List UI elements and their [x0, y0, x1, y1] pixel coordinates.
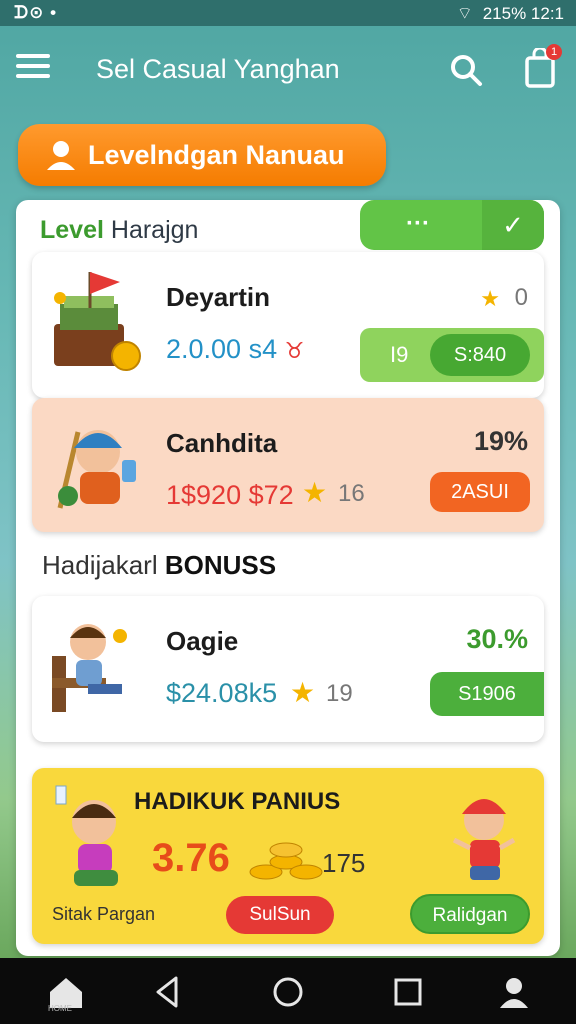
treasure-chest-icon: [54, 272, 141, 371]
boy-on-chair-icon: [52, 624, 127, 712]
panel-title-green: Level: [40, 216, 104, 244]
promo-amount: 3.76: [152, 836, 230, 880]
card-right-value: 19%: [473, 426, 528, 456]
card-amount-text: 1$920 $72: [166, 480, 294, 510]
section-heading: Hadijakarl BONUSS: [42, 550, 276, 581]
card-action-button[interactable]: I9 S:840: [360, 328, 544, 382]
btn-right-label: S:840: [430, 334, 530, 376]
notification-badge: 1: [546, 44, 562, 60]
kid-cap-icon: [452, 799, 516, 880]
level-pill-button[interactable]: Levelndgan Nanuau: [18, 124, 386, 186]
promo-title: HADIKUK PANIUS: [134, 788, 341, 815]
main-panel: Level Harajgn ··· ✓ Deyartin 2.0.00 s4 ♉…: [16, 200, 560, 956]
cart-button[interactable]: 1: [522, 44, 562, 88]
card-action-button[interactable]: 2ASUI: [430, 472, 530, 512]
card-name: Oagie: [166, 626, 239, 656]
card-star-count: 16: [338, 480, 365, 507]
section-heading-plain: Hadijakarl: [42, 550, 165, 580]
check-icon: ✓: [482, 200, 544, 250]
card-name: Deyartin: [166, 282, 271, 312]
recents-icon[interactable]: [386, 970, 430, 1014]
card-canhdita[interactable]: Canhdita 1$920 $72 ★ 16 19% 2ASUI: [32, 398, 544, 532]
app-title: Sel Casual Yanghan: [96, 54, 340, 84]
boy-character-icon: [57, 430, 136, 509]
card-amount-text: $24.08k5: [166, 678, 278, 708]
panel-toggle[interactable]: ··· ✓: [360, 200, 544, 250]
level-pill-label: Levelndgan Nanuau: [88, 139, 345, 170]
section-heading-bold: BONUSS: [164, 550, 277, 580]
star-icon: ★: [290, 677, 316, 708]
home-label: HOME: [48, 1004, 72, 1013]
status-left: ᗪ⊙ •: [14, 3, 58, 22]
home-circle-icon[interactable]: [266, 970, 310, 1014]
star-icon: ★: [480, 286, 500, 311]
bottom-nav: HOME: [0, 958, 576, 1024]
card-amount-text: 2.0.00 s4: [166, 334, 278, 364]
card-amount: $24.08k5: [166, 678, 277, 709]
promo-count: 175: [322, 848, 366, 878]
btn-left-label: I9: [390, 342, 409, 367]
panel-title: Level Harajgn: [40, 216, 198, 245]
user-icon: [47, 141, 75, 170]
card-amount: 1$920 $72: [166, 480, 294, 511]
status-right-text: 215% 12:1: [482, 3, 564, 23]
app-header: Sel Casual Yanghan 1: [0, 26, 576, 114]
back-icon[interactable]: [146, 970, 190, 1014]
panel-title-rest: Harajgn: [103, 216, 199, 244]
card-action-button[interactable]: S1906: [430, 672, 544, 716]
card-amount: 2.0.00 s4 ♉: [166, 334, 304, 365]
card-right-value: 0: [514, 284, 528, 311]
more-icon: ···: [406, 210, 430, 237]
promo-card: HADIKUK PANIUS 3.76 175 Sitak Pargan Sul…: [32, 768, 544, 944]
search-icon[interactable]: [448, 52, 484, 88]
wifi-icon: ⌔: [456, 4, 473, 23]
bag-small-icon: ♉: [284, 338, 305, 363]
coins-icon: [249, 842, 323, 880]
promo-caption: Sitak Pargan: [52, 904, 156, 924]
card-star-count: 19: [326, 680, 353, 707]
promo-green-button[interactable]: Ralidgan: [410, 894, 530, 934]
promo-red-button[interactable]: SulSun: [226, 896, 334, 934]
profile-icon[interactable]: [492, 970, 536, 1014]
card-name: Canhdita: [166, 428, 278, 458]
kid-character-icon: [55, 785, 118, 886]
menu-icon[interactable]: [16, 54, 50, 80]
star-icon: ★: [302, 477, 328, 508]
card-right-value: 30.%: [466, 624, 528, 654]
status-right: ⌔ 215% 12:1: [457, 3, 564, 24]
status-bar: ᗪ⊙ • ⌔ 215% 12:1: [0, 0, 576, 26]
card-deyartin[interactable]: Deyartin 2.0.00 s4 ♉ ★ 0 I9 S:840: [32, 252, 544, 398]
card-oagie[interactable]: Oagie $24.08k5 ★ 19 30.% S1906: [32, 596, 544, 742]
